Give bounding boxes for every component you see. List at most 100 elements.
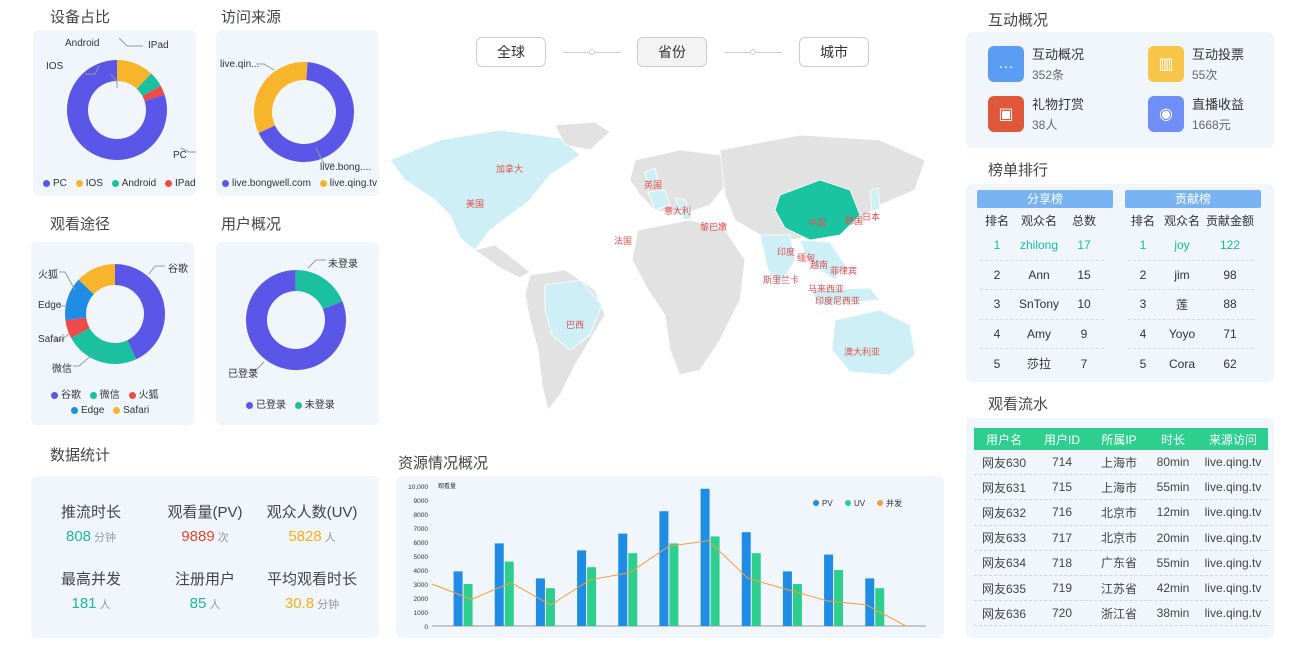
stat-pv: 观看量(PV) 9889 次	[150, 501, 260, 545]
interact-label: 互动投票	[1192, 47, 1245, 62]
contrib-rank-row: 3 莲 88	[1128, 290, 1254, 320]
bar-uv	[504, 561, 514, 626]
stat-value: 85	[189, 595, 207, 612]
map-central-america	[474, 244, 531, 279]
device-legend: PC IOS Android IPad	[37, 178, 196, 189]
contrib-rank-num: 4	[1139, 326, 1147, 341]
device-title: 设备占比	[50, 9, 111, 26]
flow-cell-id: 719	[1051, 581, 1073, 596]
path-label-edge: Edge	[38, 300, 62, 311]
flow-cell-source: live.qing.tv	[1204, 530, 1262, 545]
source-title: 访问来源	[221, 9, 282, 26]
stat-title: 平均观看时长	[266, 571, 357, 588]
tab-contrib-rank[interactable]: 贡献榜	[1125, 190, 1261, 208]
tab-province[interactable]: 省份	[637, 37, 707, 67]
stat-title: 注册用户	[174, 571, 235, 588]
tab-global[interactable]: 全球	[476, 37, 546, 67]
interact-vote: ▥ 互动投票 55次	[1148, 44, 1244, 83]
path-legend-edge: Edge	[81, 405, 105, 416]
flow-header-user: 用户名	[985, 432, 1022, 447]
source-card: live.qin... live.bong.... live.bongwell.…	[216, 30, 379, 196]
device-legend-ios: IOS	[85, 178, 103, 189]
path-title: 观看途径	[50, 216, 111, 233]
tab-city[interactable]: 城市	[799, 37, 869, 67]
user-legend-login: 已登录	[256, 400, 286, 411]
map-label-srilanka: 斯里兰卡	[763, 275, 800, 285]
contrib-rank-num: 3	[1139, 297, 1147, 312]
table-row: 网友632 716 北京市 12min live.qing.tv	[974, 500, 1268, 526]
flow-cell-ip: 江苏省	[1100, 581, 1137, 596]
stats-title: 数据统计	[50, 447, 111, 464]
device-legend-pc: PC	[53, 178, 67, 189]
y-tick-label: 1000	[414, 610, 429, 617]
bar-pv	[494, 543, 504, 626]
map-label-india: 印度	[777, 247, 796, 257]
y-tick-label: 6000	[414, 540, 429, 547]
y-tick-label: 3000	[414, 582, 429, 589]
legend-dot	[813, 500, 819, 506]
stat-value: 181	[71, 595, 97, 612]
y-tick-label: 7000	[414, 526, 429, 533]
tab-share-rank[interactable]: 分享榜	[977, 190, 1113, 208]
contrib-rank-table: 排名 观众名 贡献金额 1 joy 122 2 jim 98 3 莲 88 4 Yoyo 71 5 C…	[1128, 209, 1254, 379]
map-label-brazil: 巴西	[566, 320, 585, 330]
bar-uv	[545, 588, 555, 626]
map-label-canada: 加拿大	[496, 164, 524, 174]
interact-value: 352条	[1032, 68, 1065, 82]
map-label-indonesia: 印度尼西亚	[815, 296, 861, 306]
flow-cell-duration: 80min	[1156, 455, 1190, 470]
device-label-pc: PC	[173, 150, 187, 161]
flow-cell-duration: 20min	[1156, 530, 1190, 545]
share-rank-num: 5	[993, 356, 1001, 371]
bar-uv	[628, 553, 638, 626]
map-label-uk: 英国	[644, 180, 663, 190]
table-row: 网友631 715 上海市 55min live.qing.tv	[974, 475, 1268, 501]
resource-card: 0 1000 2000 3000 4000 5000 6000 7000 8000 9000 10,…	[396, 476, 944, 638]
flow-cell-id: 716	[1051, 505, 1073, 520]
flow-cell-user: 网友634	[981, 556, 1027, 571]
stat-push-duration: 推流时长 808 分钟	[36, 501, 146, 545]
flow-cell-duration: 55min	[1156, 480, 1190, 495]
device-card: PC IOS Android IPad PC IOS Android IPad	[33, 30, 198, 196]
map-label-lebanon: 黎巴嫩	[700, 222, 728, 232]
flow-cell-id: 720	[1051, 606, 1073, 621]
share-rank-num: 2	[993, 267, 1001, 282]
stats-card: 推流时长 808 分钟 观看量(PV) 9889 次 观众人数(UV) 5828 人 …	[31, 476, 379, 638]
flow-cell-source: live.qing.tv	[1204, 455, 1262, 470]
device-label-android: Android	[65, 38, 100, 49]
flow-table: 用户名 用户ID 所属IP 时长 来源访问 网友630 714 上海市 80min li…	[974, 428, 1268, 627]
share-rank-name: Ann	[1028, 267, 1050, 282]
y-axis-label: 观看量	[438, 482, 456, 490]
bar-pv	[535, 578, 545, 626]
flow-cell-duration: 55min	[1156, 555, 1190, 570]
bar-uv	[587, 567, 597, 626]
contrib-rank-num: 2	[1139, 267, 1147, 282]
contrib-rank-amount: 122	[1219, 238, 1241, 253]
user-legend: 已登录 未登录	[240, 396, 335, 411]
income-icon: ◉	[1148, 95, 1184, 132]
share-rank-total: 7	[1080, 356, 1088, 371]
map-label-australia: 澳大利亚	[844, 347, 881, 357]
flow-cell-ip: 浙江省	[1100, 606, 1137, 621]
path-label-wechat: 微信	[52, 364, 72, 375]
map-label-korea: 韩国	[845, 216, 864, 226]
y-tick-label: 0	[424, 624, 428, 631]
flow-cell-user: 网友631	[981, 480, 1027, 495]
segment-dot	[589, 49, 595, 55]
y-tick-label: 8000	[414, 512, 429, 519]
stat-title: 观看量(PV)	[167, 504, 243, 521]
contrib-rank-amount: 62	[1223, 356, 1237, 371]
share-rank-table: 排名 观众名 总数 1 zhilong 17 2 Ann 15 3 SnTony 10 4 Amy…	[980, 209, 1104, 379]
map-label-japan: 日本	[862, 212, 881, 222]
flow-header-duration: 时长	[1160, 432, 1185, 447]
contrib-rank-num: 1	[1139, 238, 1147, 253]
stat-unit: 人	[209, 599, 221, 611]
interact-label: 礼物打赏	[1032, 97, 1085, 112]
bar-uv	[834, 570, 844, 626]
share-header-rank: 排名	[984, 213, 1009, 228]
bar-pv	[824, 554, 834, 626]
stat-unit: 人	[324, 532, 336, 544]
bar-pv	[865, 578, 875, 626]
stat-title: 最高并发	[60, 571, 121, 588]
flow-cell-ip: 上海市	[1100, 480, 1137, 495]
